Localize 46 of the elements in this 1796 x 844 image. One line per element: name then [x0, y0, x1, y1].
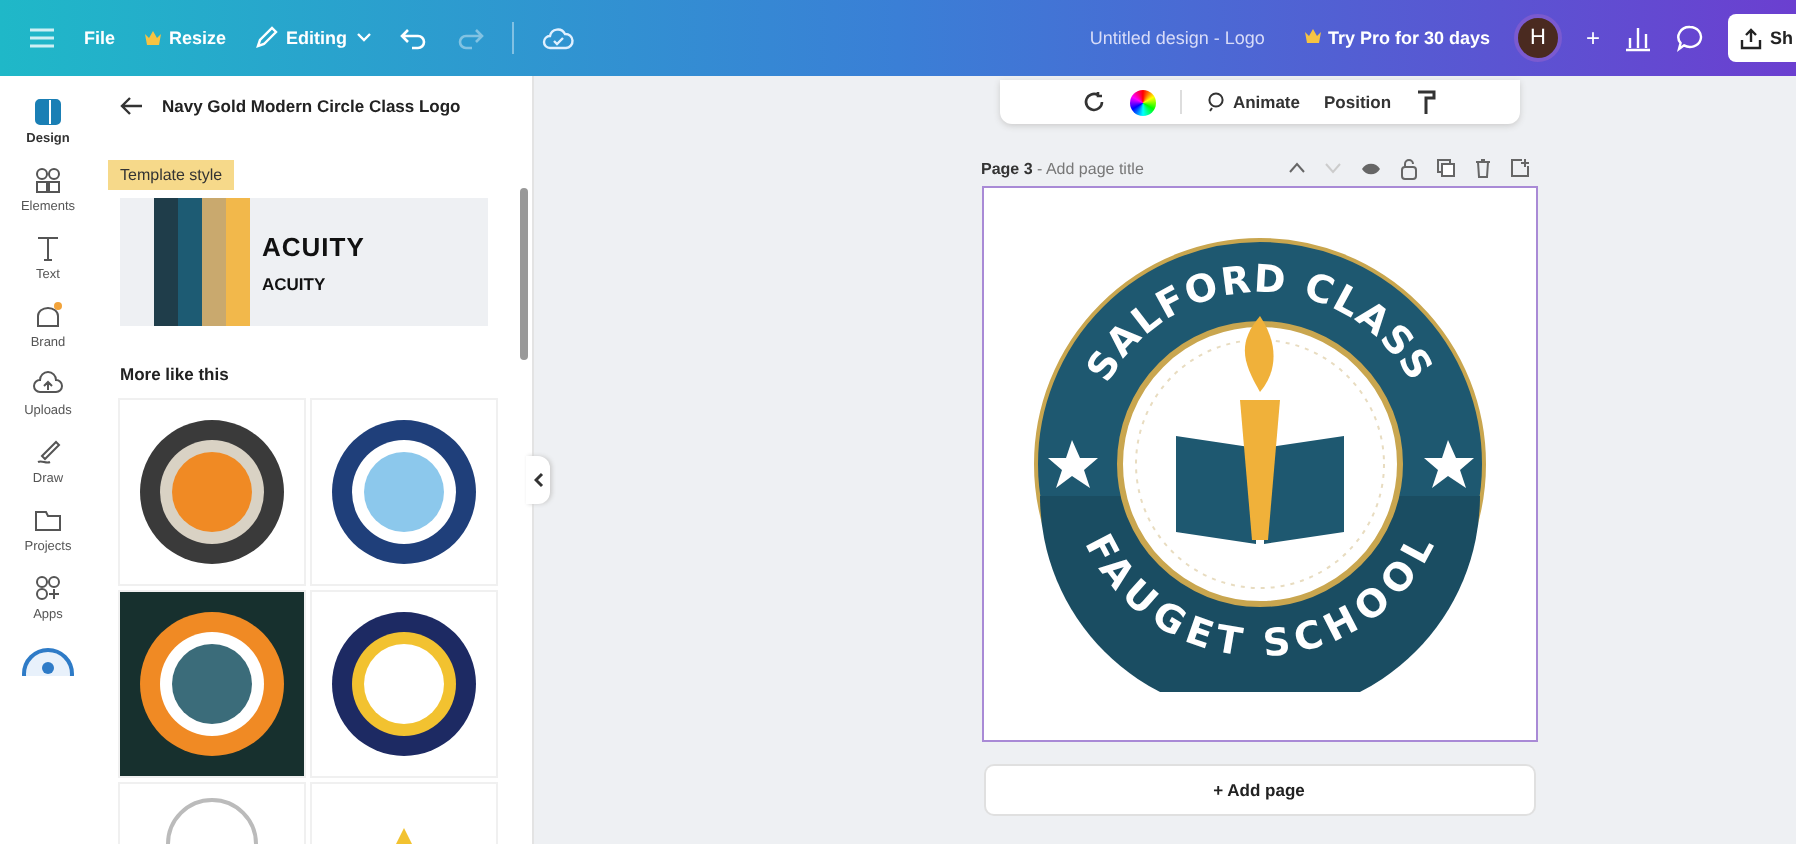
pencil-icon — [254, 26, 279, 50]
text-icon — [32, 232, 64, 264]
draw-icon — [32, 436, 64, 468]
crown-icon — [143, 30, 162, 46]
chevron-up-icon[interactable] — [1287, 162, 1305, 174]
cloud-check-icon[interactable] — [541, 25, 574, 51]
elements-icon — [31, 164, 64, 196]
chevron-down-icon — [355, 32, 372, 44]
add-user-button[interactable]: + — [1585, 24, 1600, 52]
share-button[interactable]: Sh — [1728, 14, 1796, 62]
eye-icon[interactable] — [1359, 159, 1381, 177]
bar-chart-icon[interactable] — [1624, 24, 1652, 52]
duplicate-icon[interactable] — [1435, 158, 1455, 178]
crown-icon — [1304, 28, 1323, 44]
section-label: Template style — [108, 160, 235, 190]
try-pro-button[interactable]: Try Pro for 30 days — [1304, 28, 1490, 48]
color-palette-icon — [154, 198, 250, 326]
share-icon — [1740, 27, 1762, 49]
apps-icon — [32, 572, 64, 604]
chevron-left-icon — [533, 472, 543, 488]
template-style-card[interactable]: ACUITY ACUITY — [120, 198, 488, 326]
animate-icon — [1206, 92, 1227, 112]
paint-roller-icon[interactable] — [1415, 89, 1436, 115]
design-icon — [31, 96, 64, 128]
document-title[interactable]: Untitled design - Logo — [1089, 28, 1265, 48]
template-thumbnail[interactable] — [120, 592, 304, 776]
undo-icon[interactable] — [399, 26, 428, 50]
rotate-icon[interactable] — [1082, 90, 1107, 114]
user-avatar[interactable]: H — [1513, 14, 1562, 62]
collapse-panel-handle[interactable] — [526, 456, 550, 504]
animate-button[interactable]: Animate — [1206, 92, 1300, 112]
font-sample: ACUITY — [262, 231, 365, 261]
page-title-field[interactable]: Page 3 - Add page title — [981, 159, 1144, 177]
panel-title: Navy Gold Modern Circle Class Logo — [162, 96, 461, 116]
position-button[interactable]: Position — [1324, 92, 1392, 112]
lock-icon[interactable] — [1399, 157, 1417, 179]
back-arrow-icon[interactable] — [120, 96, 144, 116]
color-wheel-icon[interactable] — [1130, 89, 1157, 115]
assistant-icon[interactable] — [22, 648, 74, 676]
section-heading: More like this — [120, 364, 229, 384]
comment-icon[interactable] — [1676, 24, 1704, 52]
font-sample: ACUITY — [262, 273, 328, 293]
brand-icon — [31, 300, 64, 332]
add-page-button[interactable]: + Add page — [985, 766, 1533, 814]
add-page-icon[interactable] — [1509, 158, 1529, 178]
trash-icon[interactable] — [1473, 158, 1491, 178]
